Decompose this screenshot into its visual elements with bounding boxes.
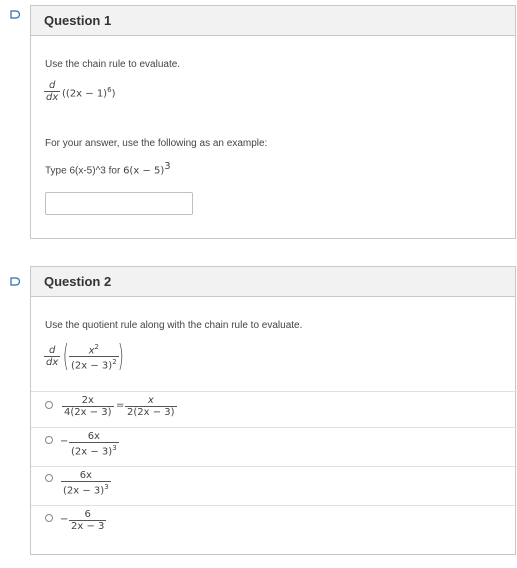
divider	[31, 391, 517, 392]
flag-icon[interactable]	[10, 10, 21, 19]
question-1-title: Question 1	[44, 13, 112, 28]
question-2-instruction: Use the quotient rule along with the cha…	[45, 320, 303, 331]
question-1-header: Question 1	[31, 6, 515, 36]
question-2-header: Question 2	[31, 267, 515, 297]
right-paren: )	[117, 339, 124, 374]
d-denominator: dx	[46, 357, 59, 368]
answer-format-note: For your answer, use the following as an…	[45, 138, 268, 149]
radio-button[interactable]	[45, 401, 53, 409]
quotient-expression: x2 (2x − 3)2	[69, 343, 119, 372]
d-numerator: d	[48, 345, 56, 356]
divider	[31, 427, 517, 428]
flag-icon[interactable]	[10, 277, 21, 286]
question-1-card: Question 1 Use the chain rule to evaluat…	[30, 5, 516, 239]
equals-sign: =	[116, 400, 125, 411]
option-3-fraction[interactable]: 6x (2x − 3)3	[61, 470, 111, 496]
option-1-fraction-right[interactable]: x 2(2x − 3)	[125, 395, 177, 418]
derivative-operator: d dx	[44, 345, 61, 368]
d-denominator: dx	[46, 92, 59, 103]
d-numerator: d	[48, 80, 56, 91]
derivative-operator: d dx	[44, 80, 61, 103]
left-paren: (	[62, 339, 69, 374]
question-1-instruction: Use the chain rule to evaluate.	[45, 59, 181, 70]
radio-button[interactable]	[45, 436, 53, 444]
answer-input[interactable]	[45, 192, 193, 215]
radio-button[interactable]	[45, 474, 53, 482]
minus-sign: −	[60, 436, 69, 447]
option-1-fraction-left[interactable]: 2x 4(2x − 3)	[62, 395, 114, 418]
radio-button[interactable]	[45, 514, 53, 522]
option-2-fraction[interactable]: 6x (2x − 3)3	[69, 431, 119, 457]
minus-sign: −	[60, 514, 69, 525]
divider	[31, 466, 517, 467]
question-2-title: Question 2	[44, 274, 112, 289]
answer-format-example: Type 6(x-5)^3 for 6(x − 5)3	[45, 161, 171, 177]
question-1-expression: ((2x − 1)6)	[62, 86, 116, 100]
option-4-fraction[interactable]: 6 2x − 3	[69, 509, 107, 532]
question-2-card: Question 2 Use the quotient rule along w…	[30, 266, 517, 555]
divider	[31, 505, 517, 506]
